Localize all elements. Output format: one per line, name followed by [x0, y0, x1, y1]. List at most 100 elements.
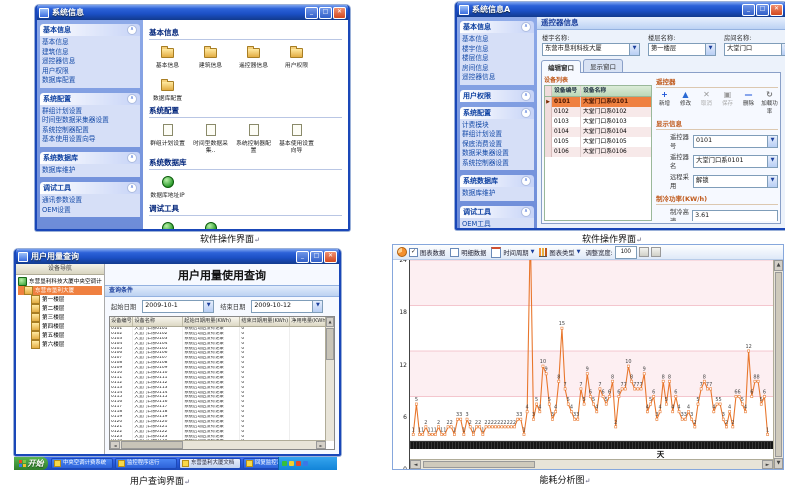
- scroll-up-icon[interactable]: ▲: [326, 317, 334, 327]
- width-input[interactable]: [615, 246, 637, 259]
- sidebar-item[interactable]: 系统控制器设置: [462, 159, 532, 169]
- shortcut-item[interactable]: 用户权限: [278, 43, 315, 70]
- tree-node[interactable]: 第五楼层: [18, 331, 102, 340]
- chevron-icon[interactable]: ∧: [127, 183, 137, 193]
- chevron-icon[interactable]: ∧: [127, 25, 137, 35]
- sidebar-item[interactable]: 数据库维护: [462, 189, 532, 199]
- chart-data-checkbox[interactable]: ✓: [409, 248, 418, 257]
- sidebar-group-header[interactable]: 基本信息∧: [460, 21, 534, 33]
- taskbar-button[interactable]: 监控程序运行: [115, 458, 177, 469]
- toolbar-button-修改[interactable]: ▲修改: [677, 90, 694, 107]
- chart-type-dropdown[interactable]: 图表类型 ▼: [539, 248, 580, 257]
- minimize-icon[interactable]: _: [296, 251, 309, 263]
- sidebar-item[interactable]: 房间信息: [462, 64, 532, 74]
- start-button[interactable]: 开始: [14, 457, 48, 470]
- table-row[interactable]: ▶0101大堂门口系0101: [545, 97, 651, 107]
- shortcut-item[interactable]: 遥控器信息: [235, 43, 272, 70]
- sidebar-item[interactable]: 数据库维护: [42, 166, 138, 176]
- chevron-down-icon[interactable]: ▼: [312, 301, 322, 312]
- toolbar-button-新增[interactable]: +新增: [656, 90, 673, 107]
- scroll-right-icon[interactable]: ►: [316, 441, 326, 449]
- chevron-down-icon[interactable]: ▼: [705, 44, 715, 55]
- selector-combobox[interactable]: 东营市垦利科技大厦▼: [542, 43, 640, 56]
- sidebar-item[interactable]: 群组计划设置: [42, 107, 138, 117]
- toolbar-button-保存[interactable]: ▣保存: [719, 90, 736, 107]
- selector-combobox[interactable]: 大堂门口▼: [724, 43, 785, 56]
- maximize-icon[interactable]: □: [310, 251, 323, 263]
- sidebar-item[interactable]: 通讯参数设置: [42, 196, 138, 206]
- chevron-down-icon[interactable]: ▼: [767, 176, 777, 187]
- minimize-icon[interactable]: _: [742, 4, 755, 16]
- shortcut-item[interactable]: 群组计划设置: [149, 121, 186, 154]
- shortcut-item[interactable]: 时间型数据采集..: [192, 121, 229, 154]
- sidebar-item[interactable]: 群组计划设置: [462, 130, 532, 140]
- tree-node[interactable]: 第四楼层: [18, 322, 102, 331]
- shortcut-item[interactable]: 数据库地址IP: [149, 173, 186, 200]
- tab-display-window[interactable]: 显示窗口: [583, 59, 623, 72]
- sidebar-item[interactable]: 数据采集器设置: [462, 149, 532, 159]
- width-unit-button-2[interactable]: [651, 247, 661, 257]
- chevron-down-icon[interactable]: ▼: [629, 44, 639, 55]
- chevron-icon[interactable]: ∧: [521, 207, 531, 217]
- tree-node[interactable]: 第一楼层: [18, 295, 102, 304]
- minimize-icon[interactable]: _: [305, 7, 318, 19]
- vertical-scrollbar[interactable]: ▲ ▼: [773, 260, 783, 469]
- sidebar-item[interactable]: OEM设置: [42, 206, 138, 216]
- sidebar-group-header[interactable]: 系统配置∧: [40, 93, 140, 105]
- table-row[interactable]: 0102大堂门口系0102: [545, 107, 651, 117]
- close-icon[interactable]: ✕: [770, 4, 783, 16]
- table-row[interactable]: 0103大堂门口系0103: [545, 117, 651, 127]
- blue-network-icon[interactable]: [303, 461, 308, 466]
- scrollbar-thumb[interactable]: [423, 461, 535, 468]
- maximize-icon[interactable]: □: [756, 4, 769, 16]
- sidebar-item[interactable]: 楼层信息: [462, 54, 532, 64]
- sidebar-item[interactable]: 楼宇信息: [462, 45, 532, 55]
- table-row[interactable]: 0106大堂门口系0106: [545, 147, 651, 157]
- shortcut-item[interactable]: 系统控制器配置: [235, 121, 272, 154]
- chevron-icon[interactable]: ∧: [127, 153, 137, 163]
- tab-edit-window[interactable]: 编辑窗口: [541, 60, 581, 73]
- sidebar-item[interactable]: OEM工具: [462, 220, 532, 229]
- taskbar-button[interactable]: 中央空调计费系统: [51, 458, 113, 469]
- end-date-combobox[interactable]: 2009-10-12▼: [251, 300, 323, 313]
- close-icon[interactable]: ✕: [333, 7, 346, 19]
- sidebar-group-header[interactable]: 系统数据库∧: [40, 152, 140, 164]
- text-input[interactable]: 3.61: [692, 210, 778, 221]
- sidebar-group-header[interactable]: 基本信息∧: [40, 24, 140, 36]
- chevron-icon[interactable]: ∧: [521, 91, 531, 101]
- chevron-icon[interactable]: ∧: [127, 94, 137, 104]
- chart-data-toggle[interactable]: ✓ 图表数据: [397, 247, 445, 257]
- sidebar-group-header[interactable]: 系统数据库∧: [460, 175, 534, 187]
- green-status-icon[interactable]: [282, 461, 287, 466]
- field-combobox[interactable]: 0101▼: [693, 135, 778, 148]
- sidebar-item[interactable]: 保底消费设置: [462, 140, 532, 150]
- field-combobox[interactable]: 解锁▼: [693, 175, 778, 188]
- detail-data-checkbox[interactable]: [450, 248, 459, 257]
- scroll-down-icon[interactable]: ▼: [774, 458, 783, 469]
- sidebar-item[interactable]: 计费模块: [462, 121, 532, 131]
- sidebar-item[interactable]: 遥控器信息: [462, 73, 532, 83]
- sidebar-item[interactable]: 时间型数据采集器设置: [42, 116, 138, 126]
- chevron-icon[interactable]: ∧: [521, 108, 531, 118]
- chevron-down-icon[interactable]: ▼: [767, 136, 777, 147]
- horizontal-scrollbar[interactable]: ◄ ►: [410, 459, 773, 469]
- field-combobox[interactable]: 大堂门口系0101▼: [693, 155, 778, 168]
- chevron-down-icon[interactable]: ▼: [781, 44, 785, 55]
- chevron-down-icon[interactable]: ▼: [203, 301, 213, 312]
- table-row[interactable]: 0104大堂门口系0104: [545, 127, 651, 137]
- tree-root-node[interactable]: 东营垦利科技大厦中央空调计费系统: [18, 277, 102, 286]
- chevron-icon[interactable]: ∧: [521, 176, 531, 186]
- shortcut-item[interactable]: 通讯参数设置: [149, 219, 186, 230]
- red-status-icon[interactable]: [296, 461, 301, 466]
- scroll-up-icon[interactable]: ▲: [774, 260, 783, 271]
- table-row[interactable]: 0105大堂门口系0105: [545, 137, 651, 147]
- close-icon[interactable]: ✕: [324, 251, 337, 263]
- toolbar-button-取消[interactable]: ✕取消: [698, 90, 715, 107]
- tree-node[interactable]: 第六楼层: [18, 340, 102, 349]
- scrollbar-thumb[interactable]: [121, 441, 183, 449]
- scroll-left-icon[interactable]: ◄: [110, 441, 120, 449]
- scroll-right-icon[interactable]: ►: [762, 460, 773, 469]
- sidebar-group-header[interactable]: 调试工具∧: [460, 206, 534, 218]
- scrollbar-thumb[interactable]: [326, 328, 334, 360]
- sidebar-item[interactable]: 系统控制器配置: [42, 126, 138, 136]
